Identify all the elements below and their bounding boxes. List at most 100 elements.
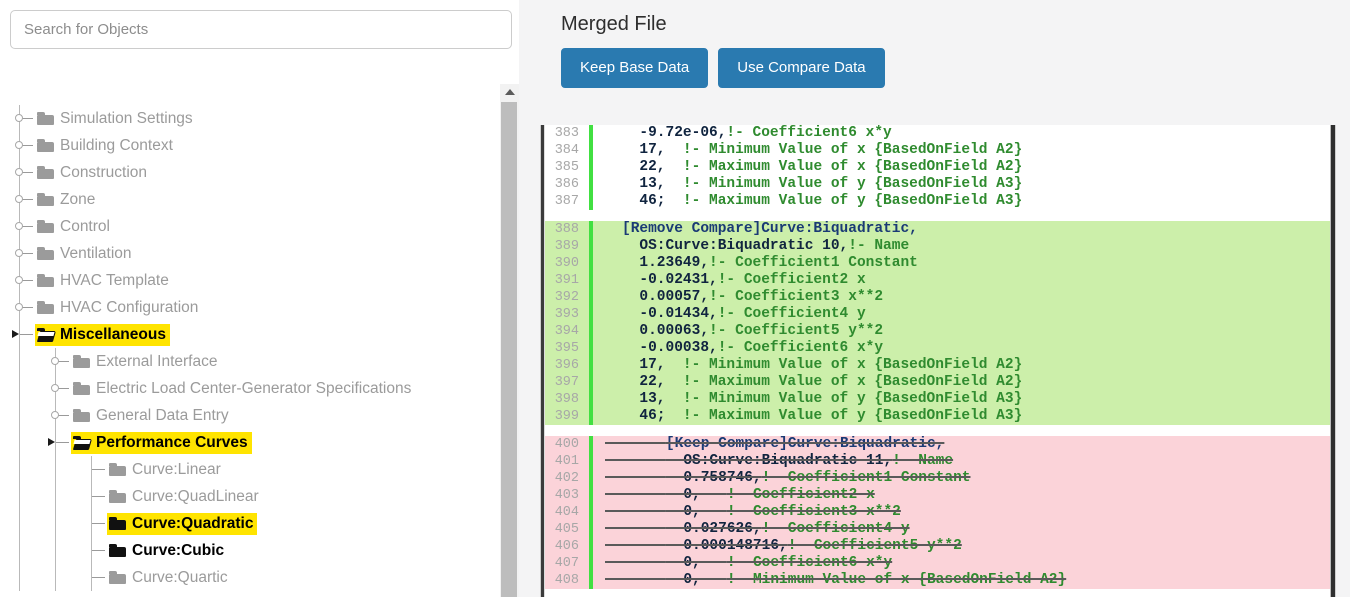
tree-expander-icon[interactable] — [51, 357, 59, 365]
tree-item-label-wrap[interactable]: Curve:Cubic — [107, 540, 228, 562]
tree-item-construction[interactable]: Construction — [0, 159, 500, 186]
tree-item-curve-quadlinear[interactable]: Curve:QuadLinear — [0, 483, 500, 510]
folder-closed-icon — [37, 301, 54, 314]
tree-item-ventilation[interactable]: Ventilation — [0, 240, 500, 267]
line-number: 384 — [554, 143, 579, 158]
tree-item-label: Curve:Quartic — [132, 568, 228, 586]
tree-collapse-caret-icon[interactable] — [12, 330, 19, 338]
tree-item-label: External Interface — [96, 352, 218, 370]
diff-line: 404 0, !- Coefficient3 x**2 — [545, 504, 1330, 521]
tree-item-label-wrap[interactable]: Zone — [35, 189, 99, 211]
keep-base-data-button[interactable]: Keep Base Data — [561, 48, 709, 88]
line-text: 22, !- Maximum Value of x {BasedOnField … — [622, 159, 1023, 175]
tree-item-miscellaneous[interactable]: Miscellaneous — [0, 321, 500, 348]
folder-closed-icon — [73, 382, 90, 395]
object-tree-panel: Simulation Settings Building Context Const… — [0, 0, 534, 597]
tree-item-curve-linear[interactable]: Curve:Linear — [0, 456, 500, 483]
line-text: 17, !- Minimum Value of x {BasedOnField … — [622, 357, 1023, 373]
tree-item-label-wrap[interactable]: HVAC Configuration — [35, 297, 202, 319]
tree-item-curve-quadratic[interactable]: Curve:Quadratic — [0, 510, 500, 537]
tree-expander-icon[interactable] — [15, 114, 23, 122]
tree-expander-icon[interactable] — [15, 222, 23, 230]
tree-item-label-wrap[interactable]: Curve:QuadLinear — [107, 486, 263, 508]
tree-expander-icon[interactable] — [15, 303, 23, 311]
line-number: 388 — [554, 222, 579, 237]
tree-item-label-wrap[interactable]: Ventilation — [35, 243, 136, 265]
tree-expander-icon[interactable] — [15, 141, 23, 149]
line-text: 0, !- Coefficient2 x — [665, 487, 875, 503]
diff-line: 393 -0.01434,!- Coefficient4 y — [545, 306, 1330, 323]
diff-line: 402 0.758746,!- Coefficient1 Constant — [545, 470, 1330, 487]
use-compare-data-button[interactable]: Use Compare Data — [718, 48, 885, 88]
tree-item-general-data-entry[interactable]: General Data Entry — [0, 402, 500, 429]
line-number: 399 — [554, 409, 579, 424]
tree-item-electric-load-center-generator-specifications[interactable]: Electric Load Center-Generator Specifica… — [0, 375, 500, 402]
tree-item-label-wrap[interactable]: Curve:Linear — [107, 459, 225, 481]
diff-right-scrollbar[interactable] — [1330, 125, 1336, 597]
object-tree: Simulation Settings Building Context Const… — [0, 84, 500, 591]
tree-item-hvac-template[interactable]: HVAC Template — [0, 267, 500, 294]
tree-expander-icon[interactable] — [15, 249, 23, 257]
tree-item-label-wrap[interactable]: Miscellaneous — [35, 323, 170, 346]
tree-scrollbar[interactable] — [500, 84, 519, 597]
app-root: Simulation Settings Building Context Const… — [0, 0, 1350, 597]
tree-item-label-wrap[interactable]: General Data Entry — [71, 405, 233, 427]
tree-item-curve-quartic[interactable]: Curve:Quartic — [0, 564, 500, 591]
tree-expander-icon[interactable] — [15, 276, 23, 284]
tree-item-hvac-configuration[interactable]: HVAC Configuration — [0, 294, 500, 321]
tree-expander-icon[interactable] — [15, 168, 23, 176]
tree-item-building-context[interactable]: Building Context — [0, 132, 500, 159]
folder-closed-icon — [37, 274, 54, 287]
folder-closed-icon — [37, 247, 54, 260]
diff-line: 406 0.000148716,!- Coefficient5 y**2 — [545, 538, 1330, 555]
tree-item-label-wrap[interactable]: Building Context — [35, 135, 177, 157]
folder-closed-icon — [73, 409, 90, 422]
tree-item-curve-cubic[interactable]: Curve:Cubic — [0, 537, 500, 564]
tree-item-label-wrap[interactable]: Construction — [35, 162, 151, 184]
tree-item-label-wrap[interactable]: External Interface — [71, 351, 221, 373]
tree-expander-icon[interactable] — [51, 411, 59, 419]
tree-item-label-wrap[interactable]: Curve:Quartic — [107, 567, 232, 589]
panel-divider — [519, 0, 534, 597]
diff-line: 405 0.027626,!- Coefficient4 y — [545, 521, 1330, 538]
diff-line: 386 13, !- Minimum Value of y {BasedOnFi… — [545, 176, 1330, 193]
line-number: 404 — [554, 505, 579, 520]
diff-hunk-separator — [545, 425, 1330, 436]
line-number: 390 — [554, 256, 579, 271]
tree-item-external-interface[interactable]: External Interface — [0, 348, 500, 375]
tree-item-performance-curves[interactable]: Performance Curves — [0, 429, 500, 456]
tree-scrollbar-thumb[interactable] — [501, 102, 517, 597]
tree-item-label: Simulation Settings — [60, 109, 193, 127]
line-text: 13, !- Minimum Value of y {BasedOnField … — [622, 176, 1023, 192]
tree-item-label-wrap[interactable]: Simulation Settings — [35, 108, 197, 130]
diff-viewer: 383 -9.72e-06,!- Coefficient6 x*y 384 17,… — [540, 125, 1330, 597]
tree-item-label-wrap[interactable]: Performance Curves — [71, 431, 252, 454]
folder-closed-dark-icon — [109, 517, 126, 530]
line-number: 389 — [554, 239, 579, 254]
page-title: Merged File — [561, 13, 667, 35]
diff-hunk-deleted: 400 [Keep Compare]Curve:Biquadratic, 401 O… — [545, 436, 1330, 589]
tree-item-label: Curve:Cubic — [132, 541, 225, 559]
tree-item-label-wrap[interactable]: HVAC Template — [35, 270, 173, 292]
diff-line: 388 [Remove Compare]Curve:Biquadratic, — [545, 221, 1330, 238]
tree-collapse-caret-icon[interactable] — [48, 438, 55, 446]
tree-expander-icon[interactable] — [51, 384, 59, 392]
line-number: 403 — [554, 488, 579, 503]
diff-line: 383 -9.72e-06,!- Coefficient6 x*y — [545, 125, 1330, 142]
diff-line: 392 0.00057,!- Coefficient3 x**2 — [545, 289, 1330, 306]
scroll-up-arrow-icon[interactable] — [500, 84, 519, 100]
tree-item-simulation-settings[interactable]: Simulation Settings — [0, 105, 500, 132]
tree-item-label: Building Context — [60, 136, 173, 154]
line-text: 0, !- Coefficient6 x*y — [665, 555, 893, 571]
folder-closed-icon — [73, 355, 90, 368]
tree-item-label-wrap[interactable]: Control — [35, 216, 114, 238]
line-number: 386 — [554, 177, 579, 192]
tree-item-label-wrap[interactable]: Electric Load Center-Generator Specifica… — [71, 378, 415, 400]
tree-item-zone[interactable]: Zone — [0, 186, 500, 213]
tree-scroll-area[interactable]: Simulation Settings Building Context Const… — [0, 84, 534, 597]
tree-expander-icon[interactable] — [15, 195, 23, 203]
tree-item-label-wrap[interactable]: Curve:Quadratic — [107, 512, 258, 535]
diff-content[interactable]: 383 -9.72e-06,!- Coefficient6 x*y 384 17,… — [545, 125, 1330, 597]
search-input[interactable] — [10, 10, 512, 49]
tree-item-control[interactable]: Control — [0, 213, 500, 240]
